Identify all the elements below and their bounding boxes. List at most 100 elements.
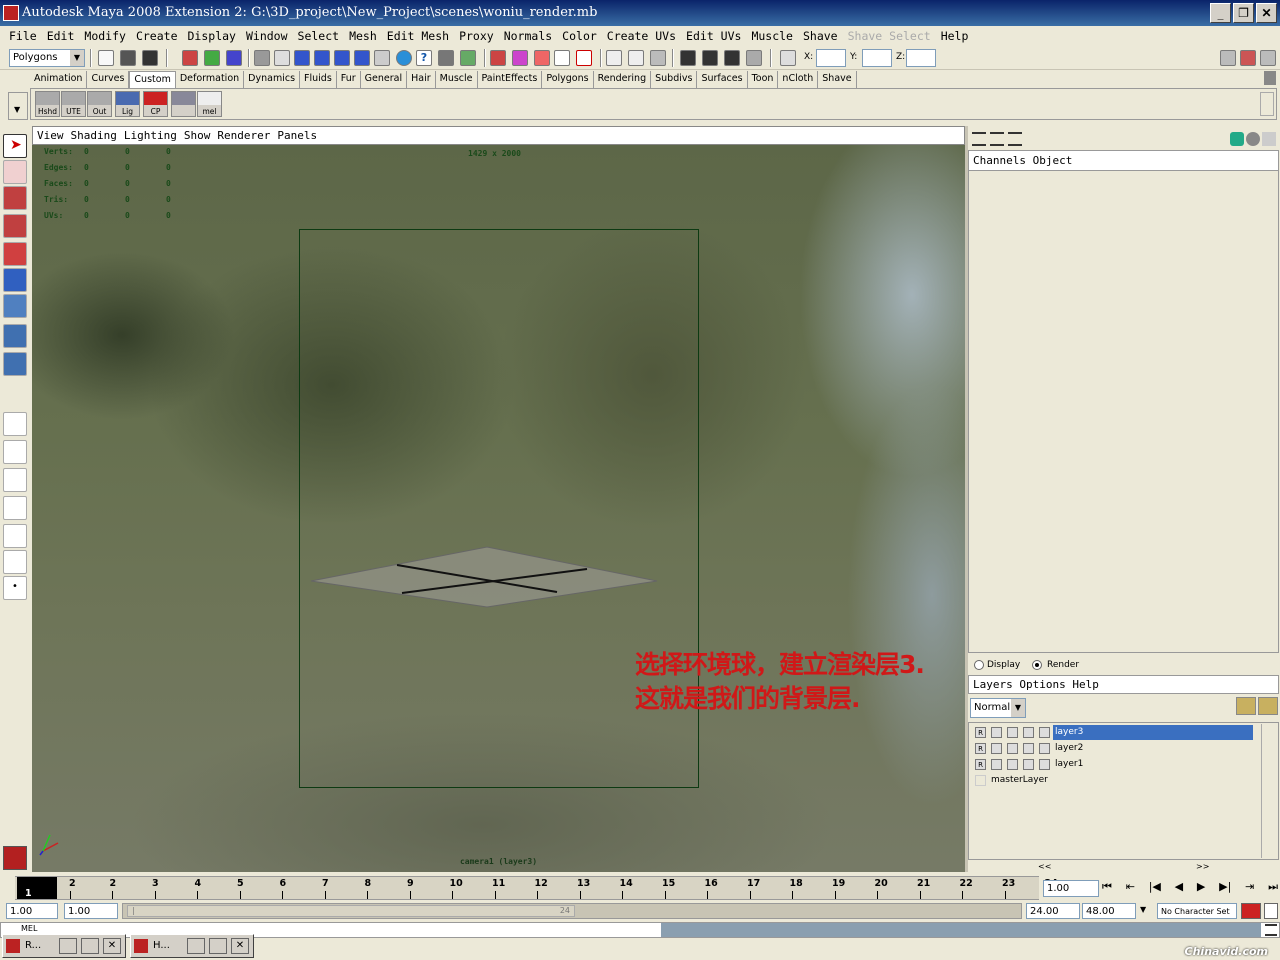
start-time-field[interactable]: 1.00 (6, 903, 58, 919)
menu-modify[interactable]: Modify (79, 26, 131, 46)
go-to-end-icon[interactable]: ⏭ (1268, 880, 1278, 898)
scroll-right-button[interactable]: >> (1196, 862, 1209, 871)
tool-settings-icon[interactable] (1240, 50, 1256, 66)
shelf-button-mel[interactable]: mel (197, 91, 222, 117)
y-field[interactable] (862, 49, 892, 67)
layer-editor-icon[interactable] (1008, 132, 1022, 146)
maximize-icon[interactable] (209, 938, 227, 954)
layout-hypershade-icon[interactable] (3, 550, 27, 574)
channel-box-toggle-icon[interactable] (1260, 50, 1276, 66)
create-layer-icon[interactable] (1236, 697, 1256, 715)
shelf-tab-subdivs[interactable]: Subdivs (651, 71, 698, 88)
menu-display[interactable]: Display (183, 26, 241, 46)
visibility-icon[interactable] (1007, 759, 1018, 770)
magnet-icon[interactable] (534, 50, 550, 66)
x-field[interactable] (816, 49, 846, 67)
shelf-scrollbar[interactable] (1260, 92, 1274, 116)
lock-icon[interactable] (438, 50, 454, 66)
restore-icon[interactable] (187, 938, 205, 954)
shading-icon[interactable] (1246, 132, 1260, 146)
shelf-tab-animation[interactable]: Animation (30, 71, 88, 88)
render-radio[interactable] (1032, 660, 1042, 670)
shelf-tab-toon[interactable]: Toon (748, 71, 779, 88)
flag-icon[interactable] (1023, 743, 1034, 754)
construction-icon[interactable] (374, 50, 390, 66)
trash-icon[interactable] (1264, 71, 1276, 85)
layer-name[interactable]: layer2 (1053, 741, 1253, 756)
menu-mesh[interactable]: Mesh (344, 26, 382, 46)
menu-window[interactable]: Window (241, 26, 293, 46)
output-icon[interactable] (628, 50, 644, 66)
menu-shave[interactable]: Shave (798, 26, 843, 46)
step-forward-key-icon[interactable]: ⇥ (1245, 880, 1254, 898)
recycle-icon[interactable] (991, 727, 1002, 738)
flag-icon[interactable] (1023, 727, 1034, 738)
layer-row[interactable]: Rlayer3 (971, 725, 1253, 740)
visibility-icon[interactable] (1007, 727, 1018, 738)
layer-row[interactable]: masterLayer (971, 773, 1253, 788)
menu-proxy[interactable]: Proxy (454, 26, 499, 46)
select-hierarchy-icon[interactable] (182, 50, 198, 66)
menu-select[interactable]: Select (293, 26, 345, 46)
globe-icon[interactable] (396, 50, 412, 66)
viewport-menu-show[interactable]: Show (184, 127, 218, 144)
select-component-icon[interactable] (226, 50, 242, 66)
menu-create[interactable]: Create (131, 26, 183, 46)
menu-help[interactable]: Help (936, 26, 974, 46)
layout-menu-icon[interactable]: • (3, 576, 27, 600)
open-scene-icon[interactable] (120, 50, 136, 66)
snap-point-icon[interactable] (294, 50, 310, 66)
layout-side-icon[interactable] (3, 468, 27, 492)
hypershade-icon[interactable] (576, 50, 592, 66)
viewport-menu-lighting[interactable]: Lighting (124, 127, 184, 144)
universal-manipulator-icon[interactable] (3, 294, 27, 318)
recycle-icon[interactable] (991, 759, 1002, 770)
transform-mode-icon[interactable] (780, 50, 796, 66)
shelf-menu-button[interactable]: ▼ (8, 92, 28, 120)
layout-outliner-icon[interactable] (3, 496, 27, 520)
menu-muscle[interactable]: Muscle (746, 26, 798, 46)
clapper-icon[interactable] (702, 50, 718, 66)
render-icon[interactable] (490, 50, 506, 66)
close-icon[interactable]: ✕ (103, 938, 121, 954)
restore-icon[interactable] (59, 938, 77, 954)
step-back-key-icon[interactable]: ⇤ (1126, 880, 1135, 898)
new-scene-icon[interactable] (98, 50, 114, 66)
menu-color[interactable]: Color (557, 26, 602, 46)
shelf-tab-painteffects[interactable]: PaintEffects (478, 71, 543, 88)
input-icon[interactable] (606, 50, 622, 66)
tools-icon[interactable] (650, 50, 666, 66)
play-backwards-icon[interactable]: ◀ (1175, 880, 1183, 898)
renderable-toggle[interactable]: R (975, 727, 986, 738)
shelf-tab-deformation[interactable]: Deformation (176, 71, 245, 88)
shelf-tab-rendering[interactable]: Rendering (594, 71, 652, 88)
perspective-viewport[interactable]: Verts: 0 0 0 Edges: 0 0 0 Faces: 0 0 0 Tris: 0 0 0 UVs: 0… (32, 145, 965, 872)
layer-name[interactable]: layer3 (1053, 725, 1253, 740)
maximize-button[interactable]: ❐ (1233, 3, 1254, 23)
viewport-menu-shading[interactable]: Shading (71, 127, 124, 144)
shelf-tab-dynamics[interactable]: Dynamics (244, 71, 301, 88)
visibility-icon[interactable] (1007, 743, 1018, 754)
layer-name[interactable]: layer1 (1053, 757, 1253, 772)
input-ops-icon[interactable] (460, 50, 476, 66)
attribute-icon[interactable] (1230, 132, 1244, 146)
time-slider[interactable]: 1234567891011121314151617181920212223242… (0, 876, 1280, 902)
shelf-button-cp[interactable]: CP (143, 91, 168, 117)
menu-edit-mesh[interactable]: Edit Mesh (382, 26, 454, 46)
help-icon[interactable]: ? (416, 50, 432, 66)
shelf-button-checker[interactable] (171, 91, 196, 117)
blend-mode-dropdown[interactable]: Normal ▼ (970, 698, 1026, 718)
menu-edit[interactable]: Edit (42, 26, 80, 46)
shelf-button-out[interactable]: Out (87, 91, 112, 117)
shelf-tab-surfaces[interactable]: Surfaces (697, 71, 748, 88)
z-field[interactable] (906, 49, 936, 67)
shelf-tab-hair[interactable]: Hair (407, 71, 436, 88)
recycle-icon[interactable] (991, 743, 1002, 754)
material-icon[interactable] (1039, 759, 1050, 770)
snap-surface-icon[interactable] (334, 50, 350, 66)
shelf-tab-shave[interactable]: Shave (818, 71, 857, 88)
lasso-tool-icon[interactable] (3, 160, 27, 184)
step-back-frame-icon[interactable]: |◀ (1149, 880, 1161, 898)
save-scene-icon[interactable] (142, 50, 158, 66)
layer-name[interactable]: masterLayer (989, 773, 1253, 788)
